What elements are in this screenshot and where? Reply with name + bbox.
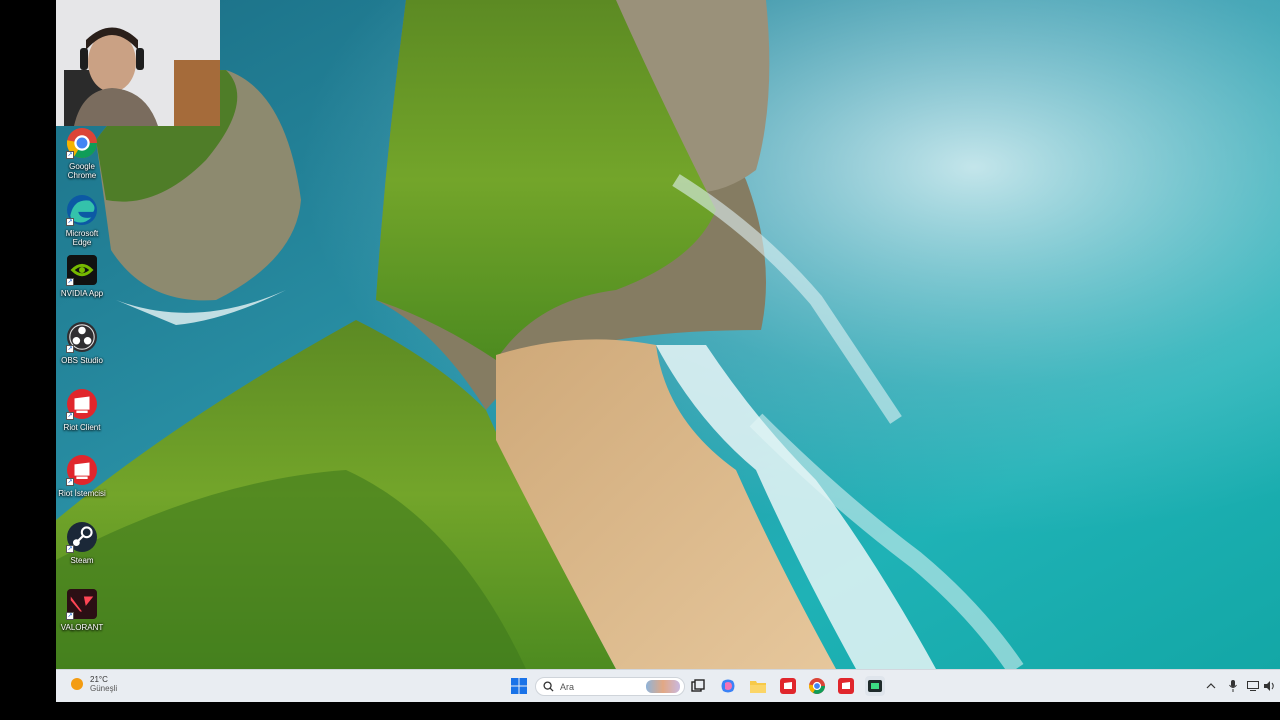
weather-temperature: 21°C (90, 675, 108, 684)
desktop-icon-microsoft-edge[interactable]: ↗ Microsoft Edge (57, 193, 107, 247)
desktop-icon-label: NVIDIA App (60, 289, 104, 298)
desktop-icon-label: VALORANT (60, 623, 104, 632)
shortcut-arrow-icon: ↗ (66, 218, 74, 226)
shortcut-arrow-icon: ↗ (66, 612, 74, 620)
desktop-icon-label: Riot Client (63, 423, 101, 432)
desktop-icon-steam[interactable]: ↗ Steam (57, 520, 107, 565)
speaker-icon (1264, 681, 1274, 691)
start-icon (511, 678, 527, 694)
obs-icon: ↗ (65, 320, 99, 354)
microphone-icon (1229, 680, 1237, 692)
desktop-wallpaper (56, 0, 1280, 669)
tray-volume[interactable] (1263, 679, 1277, 693)
desktop-icon-label: OBS Studio (61, 356, 103, 365)
webcam-overlay (56, 0, 220, 126)
sun-icon (71, 678, 83, 690)
search-input[interactable]: Ara (535, 677, 685, 696)
task-view-icon (691, 679, 705, 692)
riot-icon (780, 678, 796, 694)
desktop-icon-label: Steam (70, 556, 94, 565)
desktop-icon-label: Microsoft Edge (65, 229, 99, 247)
desktop-icon-valorant[interactable]: ↗ VALORANT (57, 587, 107, 632)
shortcut-arrow-icon: ↗ (66, 345, 74, 353)
riot-icon: ↗ (65, 387, 99, 421)
taskbar: 21°C Güneşli Ara (56, 669, 1280, 702)
desktop-icon-google-chrome[interactable]: ↗ Google Chrome (57, 126, 107, 180)
desktop-icon-riot-i-stemcisi[interactable]: ↗ Riot İstemcisi (57, 453, 107, 498)
chrome-icon (809, 678, 825, 694)
riot-icon: ↗ (65, 453, 99, 487)
search-highlight-image (646, 680, 680, 693)
search-placeholder: Ara (560, 681, 575, 692)
desktop (56, 0, 1280, 702)
shortcut-arrow-icon: ↗ (66, 151, 74, 159)
taskbar-copilot[interactable] (718, 676, 738, 696)
person-icon (56, 0, 220, 126)
tray-display[interactable] (1246, 679, 1260, 693)
app-icon (868, 680, 882, 692)
file-explorer-icon (750, 681, 766, 693)
chevron-up-icon (1206, 683, 1216, 689)
taskbar-riot-istemcisi[interactable] (836, 676, 856, 696)
riot-icon (838, 678, 854, 694)
shortcut-arrow-icon: ↗ (66, 545, 74, 553)
weather-widget[interactable]: 21°C Güneşli (70, 675, 117, 693)
taskbar-active-app[interactable] (865, 676, 885, 696)
chrome-icon: ↗ (65, 126, 99, 160)
start-button[interactable] (509, 676, 529, 696)
steam-icon: ↗ (65, 520, 99, 554)
nvidia-icon: ↗ (65, 253, 99, 287)
shortcut-arrow-icon: ↗ (66, 478, 74, 486)
shortcut-arrow-icon: ↗ (66, 278, 74, 286)
desktop-icon-label: Riot İstemcisi (58, 489, 106, 498)
desktop-icon-nvidia-app[interactable]: ↗ NVIDIA App (57, 253, 107, 298)
desktop-icon-obs-studio[interactable]: ↗ OBS Studio (57, 320, 107, 365)
shortcut-arrow-icon: ↗ (66, 412, 74, 420)
desktop-icon-riot-client[interactable]: ↗ Riot Client (57, 387, 107, 432)
desktop-icon-label: Google Chrome (67, 162, 97, 180)
taskbar-riot-client[interactable] (778, 676, 798, 696)
taskbar-task-view[interactable] (688, 676, 708, 696)
valorant-icon: ↗ (65, 587, 99, 621)
display-icon (1247, 681, 1259, 691)
tray-microphone[interactable] (1226, 679, 1240, 693)
search-icon (543, 681, 554, 692)
edge-icon: ↗ (65, 193, 99, 227)
taskbar-file-explorer[interactable] (748, 676, 768, 696)
recording-frame: ↗ Google Chrome ↗ Microsoft Edge ↗ NVIDIA App… (0, 0, 1280, 720)
copilot-icon (721, 679, 735, 693)
tray-overflow-button[interactable] (1204, 679, 1218, 693)
taskbar-chrome[interactable] (807, 676, 827, 696)
weather-condition: Güneşli (90, 684, 118, 693)
